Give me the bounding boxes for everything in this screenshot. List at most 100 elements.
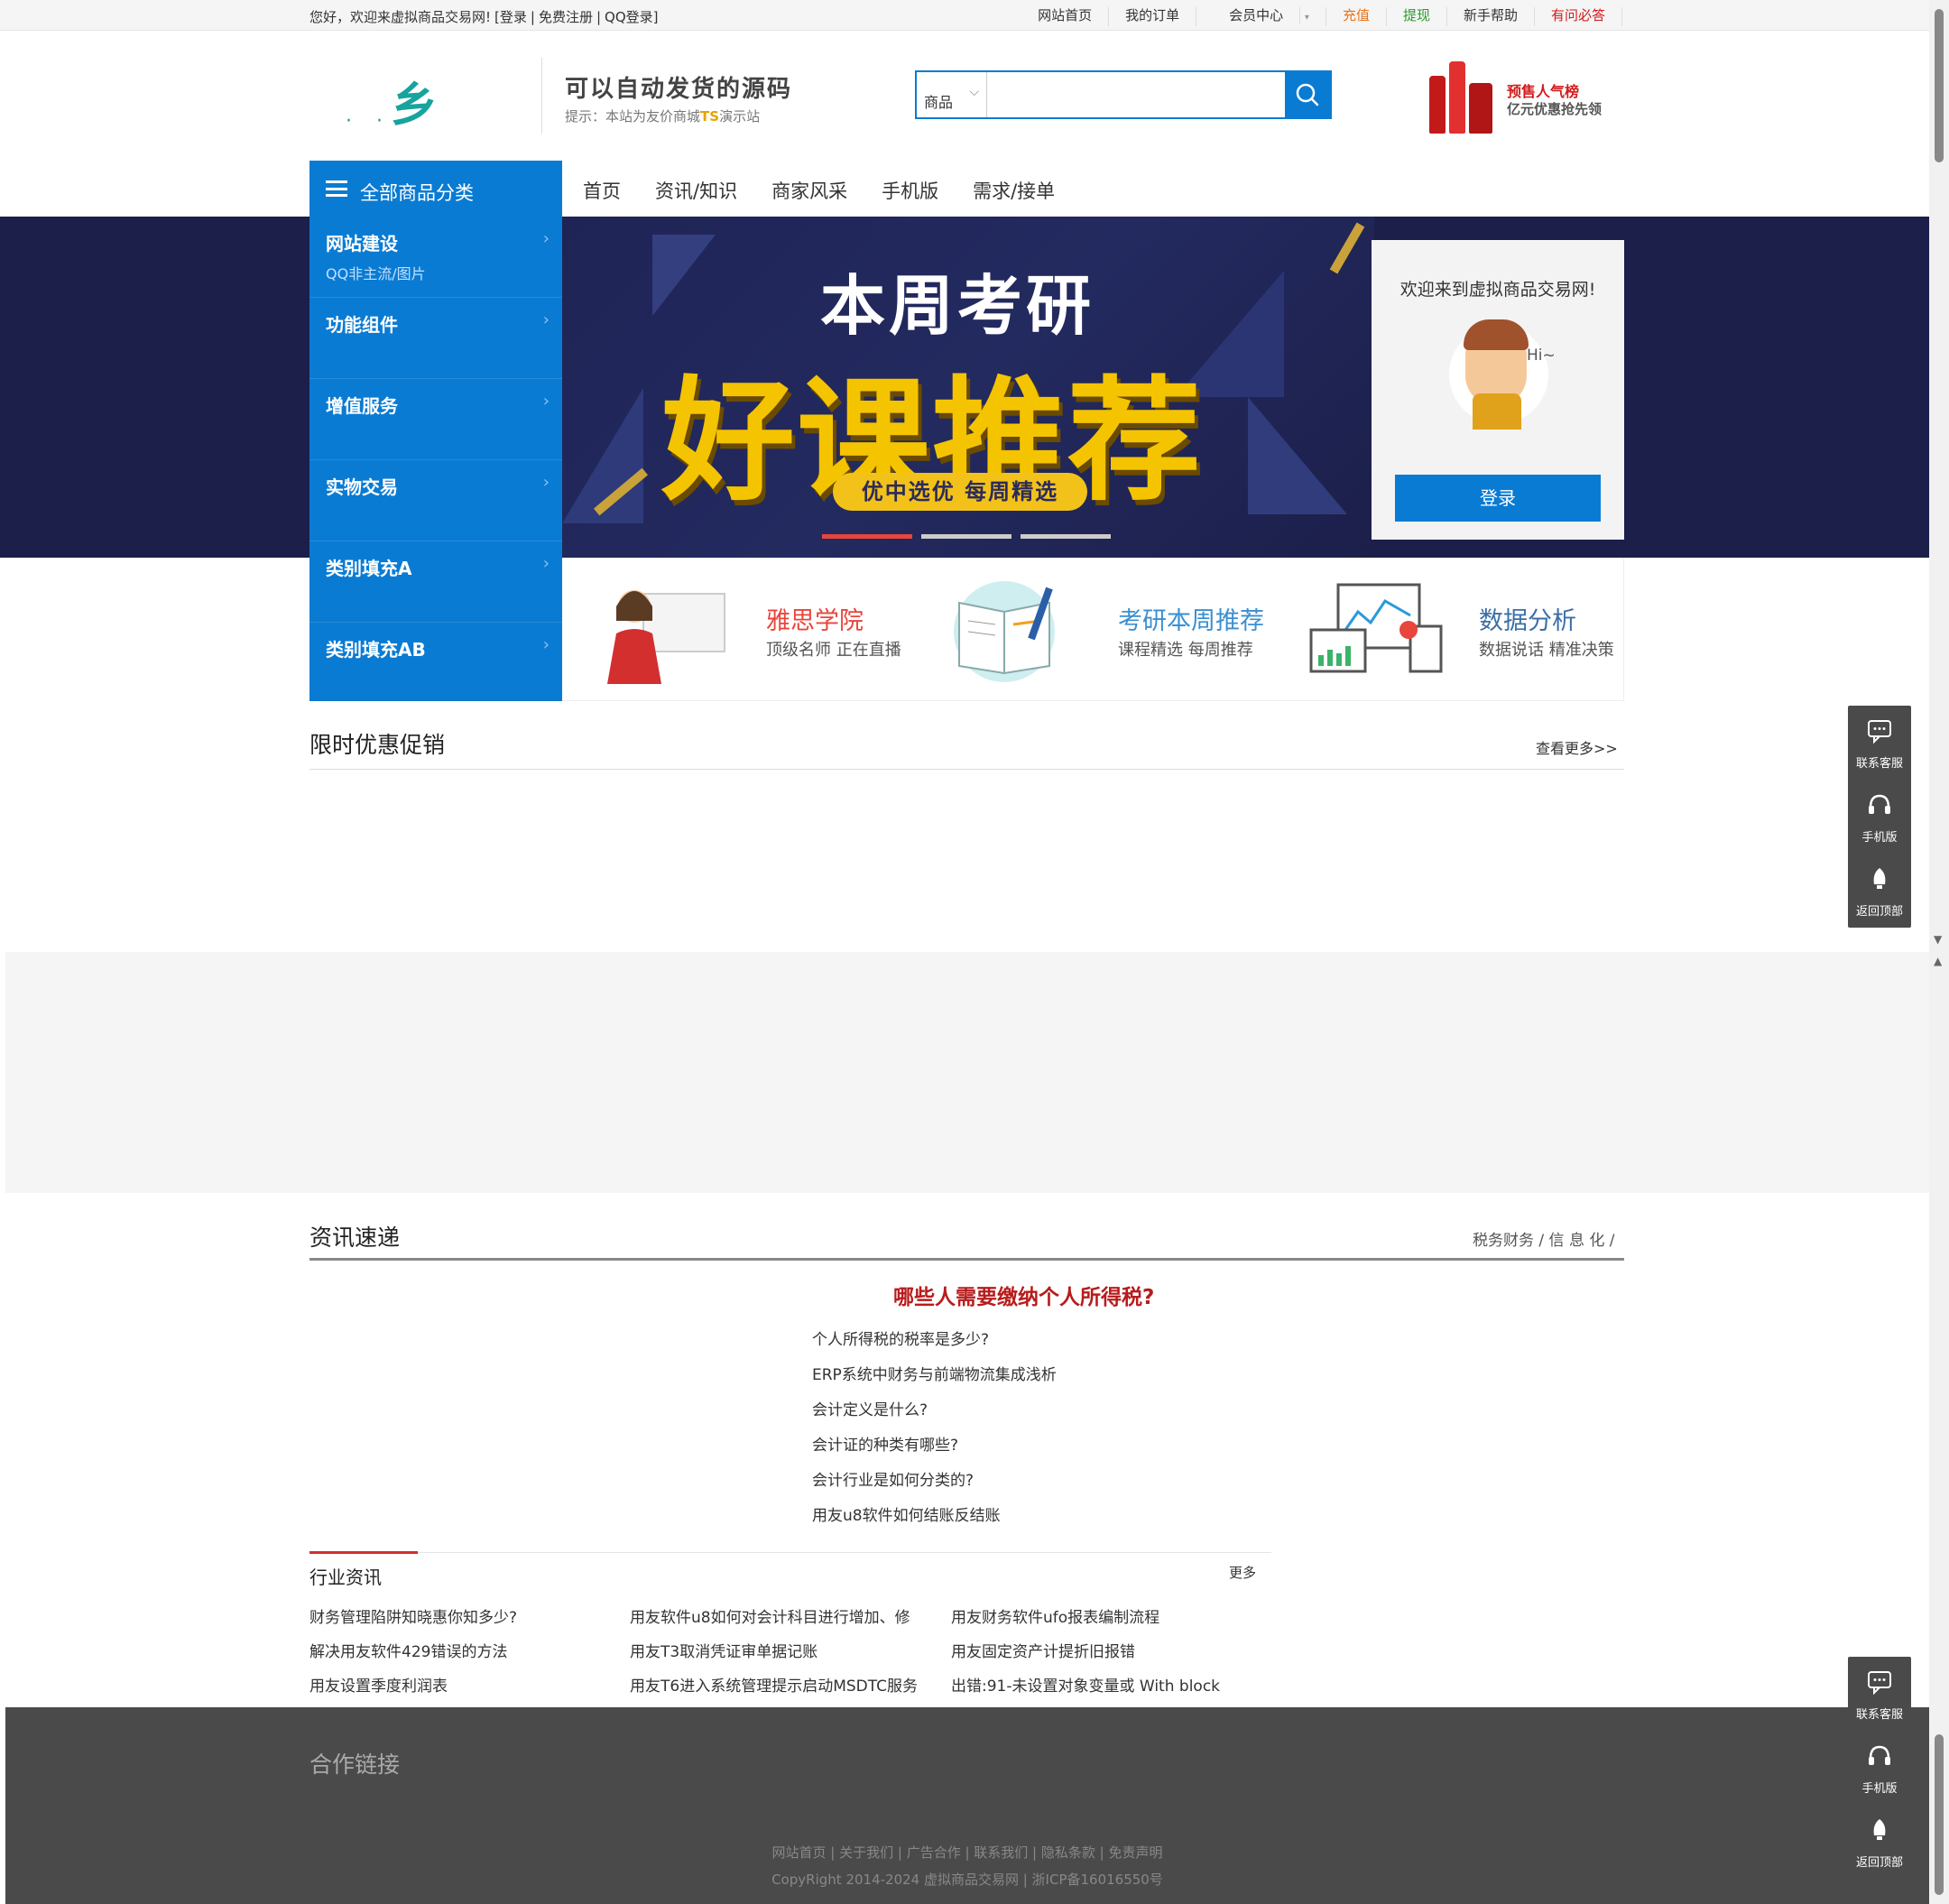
- tool-label: 手机版: [1861, 1782, 1898, 1796]
- news-item[interactable]: 用友u8软件如何结账反结账: [812, 1502, 1001, 1525]
- promo-section-title: 限时优惠促销: [309, 732, 446, 758]
- scroll-down-arrow-icon[interactable]: ▼: [1934, 933, 1942, 946]
- scrollbar-thumb[interactable]: [1935, 1734, 1944, 1895]
- feature-kaoyan[interactable]: 考研本周推荐 课程精选 每周推荐: [914, 558, 1266, 701]
- top-link-recharge[interactable]: 充值: [1326, 7, 1387, 26]
- back-to-top-button[interactable]: 返回顶部: [1848, 1805, 1911, 1879]
- promo-title: 预售人气榜: [1507, 83, 1580, 100]
- banner-slide[interactable]: 本周考研 好课推荐 优中选优 每周精选: [562, 217, 1374, 558]
- feature-title: 考研本周推荐: [1118, 607, 1264, 635]
- news-item[interactable]: 会计证的种类有哪些?: [812, 1432, 958, 1455]
- category-name: 功能组件: [326, 314, 398, 336]
- nav-item-news[interactable]: 资讯/知识: [655, 177, 737, 204]
- news-item[interactable]: ERP系统中财务与前端物流集成浅析: [812, 1362, 1057, 1384]
- category-item-website[interactable]: 网站建设 QQ非主流/图片 ›: [309, 217, 562, 298]
- headset-icon: [1869, 1745, 1890, 1765]
- news-item[interactable]: 会计行业是如何分类的?: [812, 1467, 974, 1490]
- industry-divider: [309, 1552, 1271, 1553]
- mobile-version-button[interactable]: 手机版: [1848, 1731, 1911, 1805]
- search-bar: 商品 ⌵: [915, 70, 1332, 119]
- feature-strip: 雅思学院 顶级名师 正在直播 考研本周推荐 课程精选 每周推荐 数据分析 数据说…: [562, 558, 1624, 701]
- top-link-withdraw[interactable]: 提现: [1387, 7, 1447, 26]
- login-link[interactable]: [登录: [494, 9, 527, 25]
- greeting-text: 您好，欢迎来虚拟商品交易网!: [309, 9, 492, 25]
- category-item-components[interactable]: 功能组件 ›: [309, 298, 562, 379]
- back-to-top-button[interactable]: 返回顶部: [1848, 854, 1911, 928]
- login-button[interactable]: 登录: [1395, 475, 1601, 522]
- slide-indicator-2[interactable]: [921, 534, 1011, 539]
- promo-more-link[interactable]: 查看更多>>: [1536, 736, 1618, 758]
- qq-login-link[interactable]: QQ登录]: [605, 9, 658, 25]
- decorative-shape: [1248, 397, 1347, 514]
- chevron-right-icon: ›: [542, 229, 550, 248]
- top-link-member[interactable]: 会员中心 ▾: [1196, 7, 1326, 26]
- industry-item[interactable]: 用友设置季度利润表: [309, 1673, 448, 1696]
- feature-data-analysis[interactable]: 数据分析 数据说话 精准决策: [1275, 558, 1627, 701]
- header-promo[interactable]: 预售人气榜 亿元优惠抢先领: [1424, 56, 1604, 137]
- feature-desc: 数据说话 精准决策: [1479, 641, 1614, 660]
- search-input[interactable]: [987, 72, 1285, 117]
- category-item-physical[interactable]: 实物交易 ›: [309, 460, 562, 541]
- tip-suffix: 演示站: [719, 108, 761, 125]
- industry-item[interactable]: 用友财务软件ufo报表编制流程: [951, 1604, 1159, 1627]
- scrollbar-thumb[interactable]: [1935, 9, 1944, 162]
- nav-item-demand[interactable]: 需求/接单: [973, 177, 1055, 204]
- tool-label: 返回顶部: [1855, 905, 1903, 919]
- industry-more-link[interactable]: 更多: [1229, 1563, 1256, 1582]
- industry-item[interactable]: 用友软件u8如何对会计科目进行增加、修: [630, 1604, 910, 1627]
- mobile-version-button[interactable]: 手机版: [1848, 780, 1911, 854]
- industry-item[interactable]: 用友固定资产计提折旧报错: [951, 1639, 1135, 1661]
- top-link-faq[interactable]: 有问必答: [1535, 7, 1622, 26]
- chat-bubble-icon: [1868, 720, 1891, 744]
- top-link-orders[interactable]: 我的订单: [1109, 7, 1197, 26]
- side-toolbar: 联系客服 手机版 返回顶部: [1848, 1657, 1911, 1879]
- site-logo[interactable]: 乡 · · ·: [309, 56, 526, 137]
- industry-item[interactable]: 出错:91-未设置对象变量或 With block: [951, 1673, 1220, 1696]
- headset-icon: [1869, 794, 1890, 814]
- top-link-home[interactable]: 网站首页: [1021, 7, 1110, 26]
- news-item[interactable]: 会计定义是什么?: [812, 1397, 928, 1419]
- industry-item[interactable]: 用友T3取消凭证审单据记账: [630, 1639, 817, 1661]
- scroll-up-arrow-icon[interactable]: ▲: [1934, 955, 1942, 967]
- footer-links[interactable]: 网站首页 | 关于我们 | 广告合作 | 联系我们 | 隐私条款 | 免责声明: [5, 1843, 1929, 1862]
- search-type-select[interactable]: 商品 ⌵: [917, 72, 987, 117]
- register-link[interactable]: 免费注册: [539, 9, 593, 25]
- news-item[interactable]: 个人所得税的税率是多少?: [812, 1326, 989, 1349]
- scrollbar[interactable]: ▼ ▲: [1929, 0, 1949, 1904]
- nav-item-merchants[interactable]: 商家风采: [771, 177, 847, 204]
- search-button[interactable]: [1285, 72, 1330, 117]
- nav-item-home[interactable]: 首页: [583, 177, 621, 204]
- slide-indicator-3[interactable]: [1021, 534, 1111, 539]
- customer-service-button[interactable]: 联系客服: [1848, 1657, 1911, 1731]
- section-divider: [309, 769, 1624, 770]
- category-item-services[interactable]: 增值服务 ›: [309, 379, 562, 460]
- category-sidebar: 网站建设 QQ非主流/图片 › 功能组件 › 增值服务 › 实物交易 › 类别填…: [309, 217, 562, 701]
- category-subtitle[interactable]: QQ非主流/图片: [326, 262, 426, 283]
- chevron-right-icon: ›: [542, 310, 550, 329]
- nav-item-mobile[interactable]: 手机版: [882, 177, 938, 204]
- news-category-tabs[interactable]: 税务财务 / 信 息 化 /: [1473, 1227, 1614, 1250]
- feature-ielts[interactable]: 雅思学院 顶级名师 正在直播: [562, 558, 914, 701]
- chevron-down-icon: ▾: [1304, 13, 1309, 23]
- ad-banner-placeholder: [5, 952, 1929, 1193]
- customer-service-button[interactable]: 联系客服: [1848, 706, 1911, 780]
- top-link-help[interactable]: 新手帮助: [1447, 7, 1535, 26]
- news-headline[interactable]: 哪些人需要缴纳个人所得税?: [893, 1280, 1154, 1310]
- all-categories-label: 全部商品分类: [360, 182, 474, 204]
- slide-indicator-1[interactable]: [822, 534, 912, 539]
- side-toolbar: 联系客服 手机版 返回顶部: [1848, 706, 1911, 928]
- analytics-devices-icon: [1309, 583, 1443, 673]
- all-categories-button[interactable]: 全部商品分类: [309, 161, 562, 217]
- category-item-fill-a[interactable]: 类别填充A ›: [309, 541, 562, 623]
- industry-item[interactable]: 用友T6进入系统管理提示启动MSDTC服务: [630, 1673, 918, 1696]
- industry-item[interactable]: 解决用友软件429错误的方法: [309, 1639, 507, 1661]
- feature-desc: 顶级名师 正在直播: [766, 641, 901, 660]
- category-item-fill-ab[interactable]: 类别填充AB ›: [309, 623, 562, 704]
- tool-label: 联系客服: [1855, 1708, 1903, 1722]
- category-name: 网站建设: [326, 233, 398, 254]
- rocket-icon: [1873, 868, 1886, 889]
- site-tip: 提示：本站为友价商城TS演示站: [565, 106, 760, 125]
- menu-icon: [326, 180, 347, 197]
- open-book-icon: [954, 581, 1055, 682]
- industry-item[interactable]: 财务管理陷阱知晓惠你知多少?: [309, 1604, 517, 1627]
